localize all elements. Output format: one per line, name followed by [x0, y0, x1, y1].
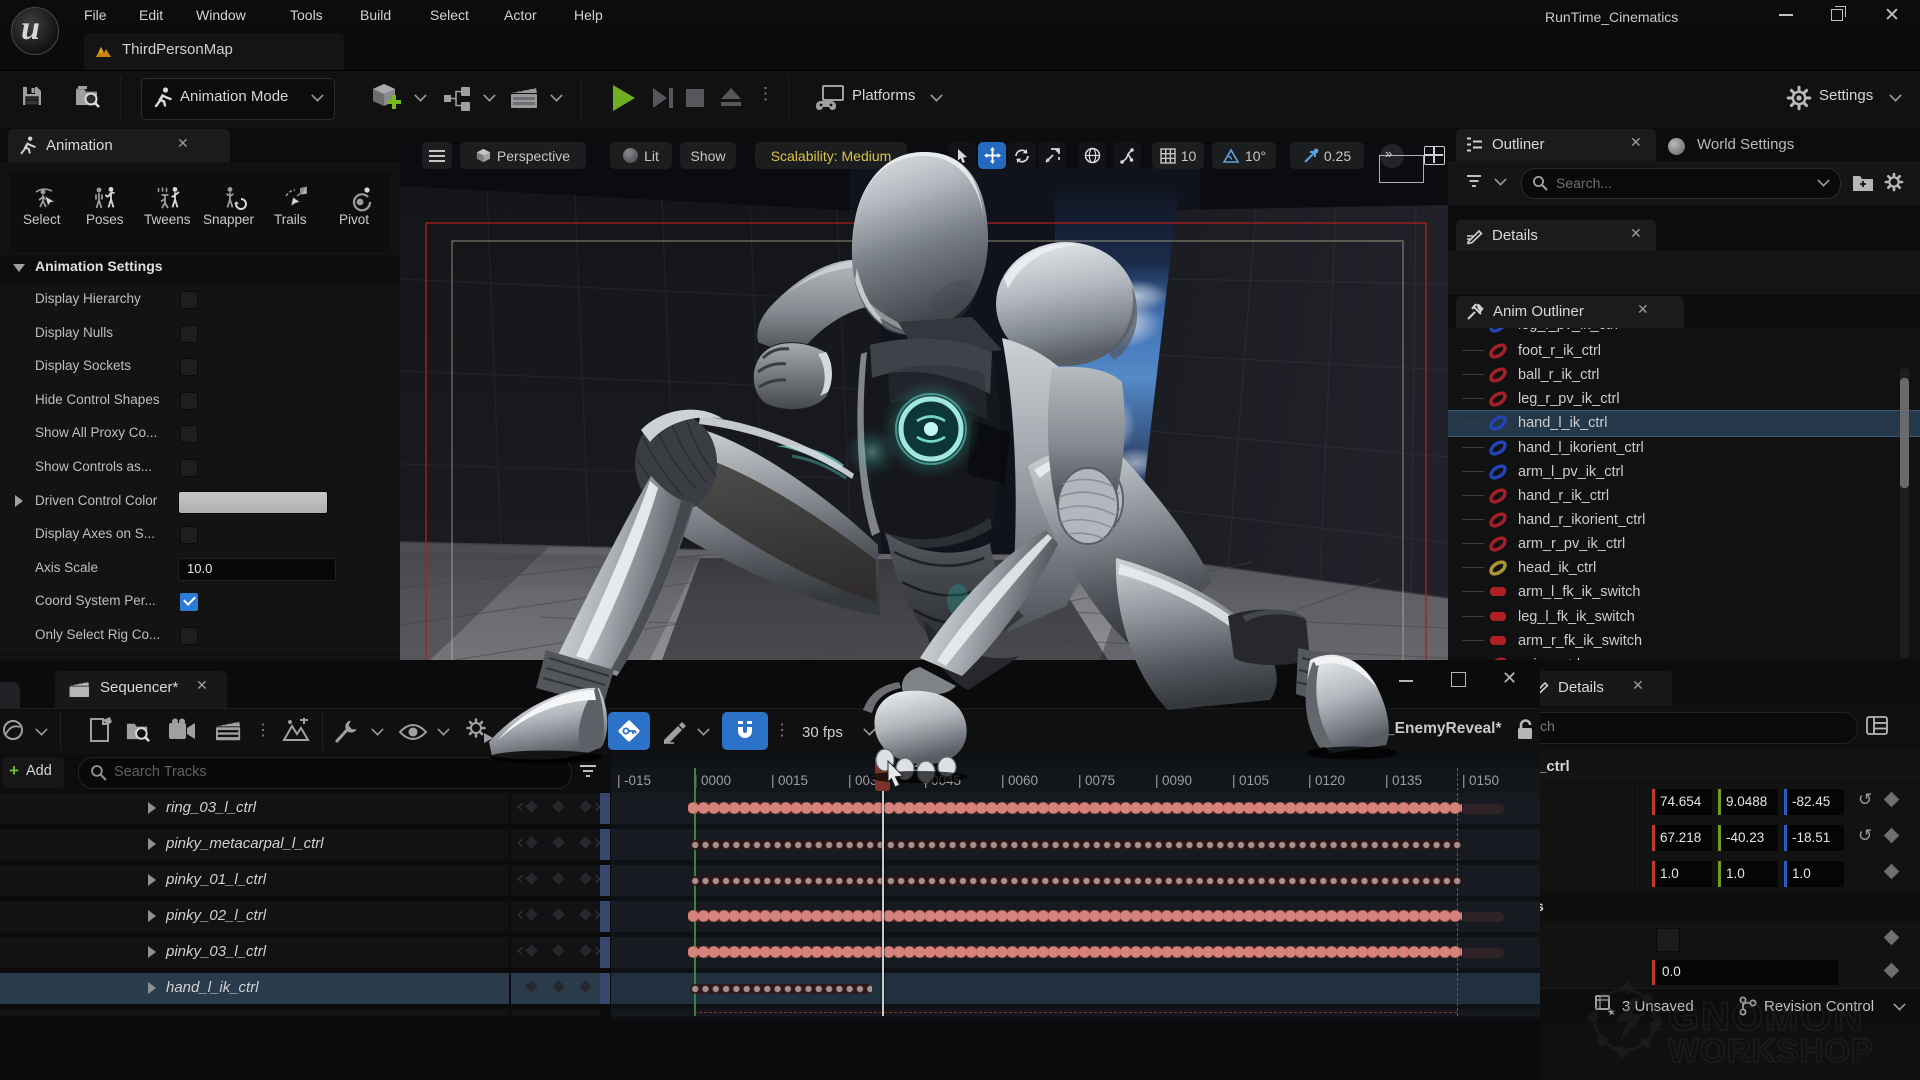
svg-text:WORKSHOP: WORKSHOP [1668, 1032, 1874, 1069]
svg-text:THE: THE [1647, 1005, 1663, 1033]
